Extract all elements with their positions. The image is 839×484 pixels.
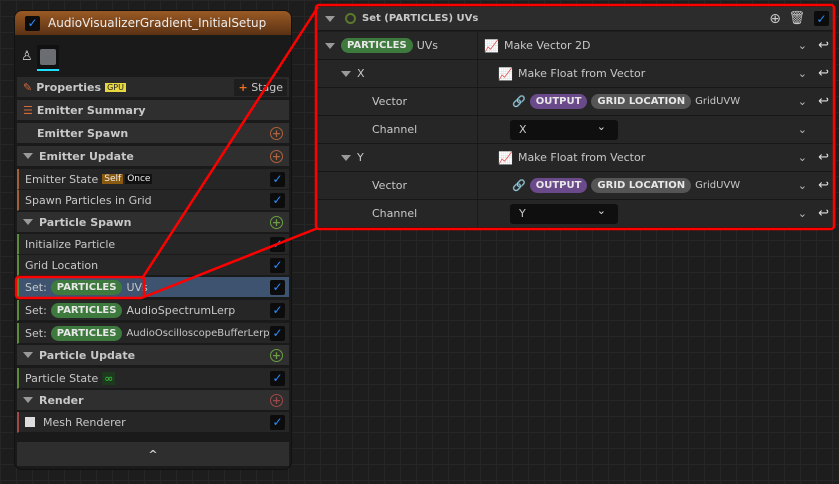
callout-overlay	[14, 3, 836, 300]
callout-line-bottom	[143, 226, 319, 299]
callout-line-top	[141, 6, 320, 278]
highlight-box	[14, 275, 146, 300]
callout-box	[314, 3, 836, 231]
